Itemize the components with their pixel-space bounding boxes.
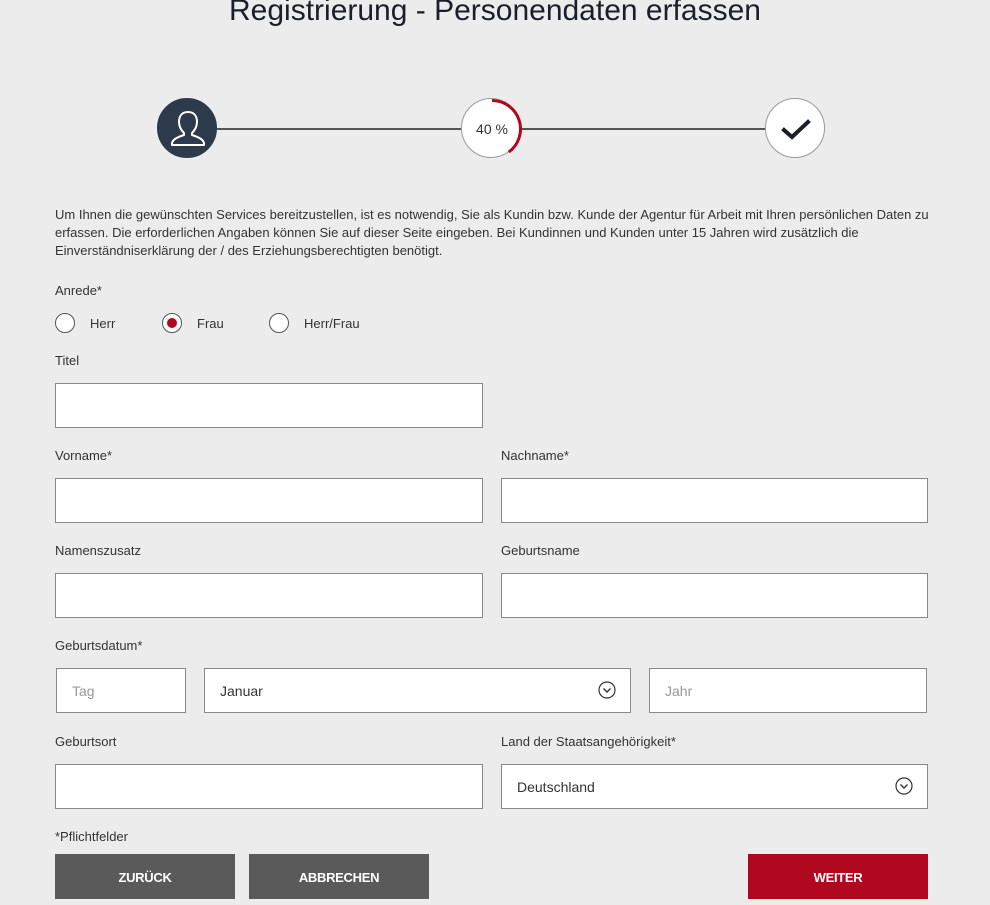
step-progress: 40 % <box>461 98 522 158</box>
nachname-label: Nachname* <box>501 448 569 463</box>
page-title: Registrierung - Personendaten erfassen <box>229 0 761 27</box>
geburtsdatum-label: Geburtsdatum* <box>55 638 143 653</box>
geburtsort-input[interactable] <box>55 764 483 809</box>
progress-stepper: 40 % <box>0 96 990 162</box>
geburtsname-input[interactable] <box>501 573 928 618</box>
vorname-input[interactable] <box>55 478 483 523</box>
radio-circle[interactable] <box>55 313 75 333</box>
radio-frau[interactable]: Frau <box>162 311 224 335</box>
progress-percent: 40 % <box>476 121 508 137</box>
geburtsname-label: Geburtsname <box>501 543 580 558</box>
radio-circle[interactable] <box>269 313 289 333</box>
chevron-down-icon <box>598 681 616 699</box>
cancel-button[interactable]: ABBRECHEN <box>249 854 429 899</box>
vorname-label: Vorname* <box>55 448 113 463</box>
radio-herr[interactable]: Herr <box>55 311 115 335</box>
radio-label: Herr <box>90 315 116 331</box>
staatsangehoerigkeit-select[interactable]: Deutschland <box>501 764 928 809</box>
chevron-down-icon <box>895 777 913 795</box>
jahr-input[interactable] <box>649 668 927 713</box>
user-icon <box>171 111 205 146</box>
next-button[interactable]: WEITER <box>748 854 928 899</box>
monat-selected-value: Januar <box>220 682 263 699</box>
tag-input[interactable] <box>56 668 186 713</box>
step-connector <box>521 128 765 130</box>
intro-text: Um Ihnen die gewünschten Services bereit… <box>55 207 929 258</box>
nachname-input[interactable] <box>501 478 928 523</box>
radio-circle-checked[interactable] <box>162 313 182 333</box>
radio-label: Herr/Frau <box>304 315 360 331</box>
monat-select[interactable]: Januar <box>204 668 631 713</box>
titel-label: Titel <box>55 353 80 368</box>
step-complete <box>765 98 825 158</box>
anrede-label: Anrede* <box>55 283 102 298</box>
staatsangehoerigkeit-label: Land der Staatsangehörigkeit* <box>501 734 676 749</box>
radio-label: Frau <box>197 315 224 331</box>
namenszusatz-input[interactable] <box>55 573 483 618</box>
checkmark-icon <box>781 119 811 140</box>
required-fields-note: *Pflichtfelder <box>55 829 128 844</box>
step-connector <box>217 128 461 130</box>
back-button[interactable]: ZURÜCK <box>55 854 235 899</box>
titel-input[interactable] <box>55 383 483 428</box>
geburtsort-label: Geburtsort <box>55 734 117 749</box>
namenszusatz-label: Namenszusatz <box>55 543 141 558</box>
step-personal-data <box>157 98 217 158</box>
radio-herr-frau[interactable]: Herr/Frau <box>269 311 360 335</box>
staatsangehoerigkeit-selected-value: Deutschland <box>517 778 595 795</box>
